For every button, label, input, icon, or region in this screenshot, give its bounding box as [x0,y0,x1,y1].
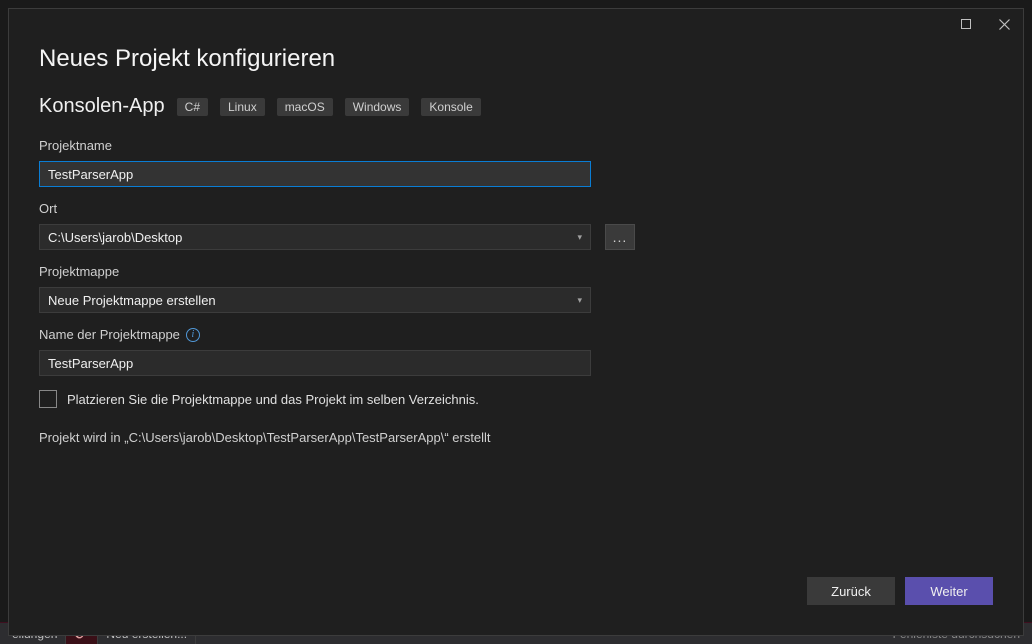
dialog-footer: Zurück Weiter [9,563,1023,635]
maximize-button[interactable] [947,10,985,38]
chevron-down-icon: ▾ [577,232,582,243]
same-directory-label: Platzieren Sie die Projektmappe und das … [67,392,479,407]
solution-combo[interactable]: Neue Projektmappe erstellen ▾ [39,287,591,313]
template-subheader: Konsolen-App C# Linux macOS Windows Kons… [39,95,993,118]
location-combo[interactable]: C:\Users\jarob\Desktop ▾ [39,224,591,250]
solution-name-label: Name der Projektmappe i [39,327,993,342]
template-tag: Konsole [421,98,480,116]
dialog-content: Neues Projekt konfigurieren Konsolen-App… [9,39,1023,563]
location-value: C:\Users\jarob\Desktop [48,230,182,245]
location-label: Ort [39,201,993,216]
project-name-input[interactable] [39,161,591,187]
new-project-dialog: Neues Projekt konfigurieren Konsolen-App… [8,8,1024,636]
template-tag: C# [177,98,208,116]
info-icon[interactable]: i [186,328,200,342]
solution-name-label-text: Name der Projektmappe [39,327,180,342]
back-button[interactable]: Zurück [807,577,895,605]
browse-button[interactable]: ... [605,224,635,250]
same-directory-row: Platzieren Sie die Projektmappe und das … [39,390,993,408]
solution-label: Projektmappe [39,264,993,279]
chevron-down-icon: ▾ [577,295,582,306]
solution-name-field: Name der Projektmappe i [39,327,993,376]
template-name: Konsolen-App [39,95,165,118]
template-tag: Windows [345,98,410,116]
window-titlebar [9,9,1023,39]
solution-field: Projektmappe Neue Projektmappe erstellen… [39,264,993,313]
creation-path-text: Projekt wird in „C:\Users\jarob\Desktop\… [39,430,993,445]
project-name-field: Projektname [39,138,993,187]
template-tag: Linux [220,98,265,116]
same-directory-checkbox[interactable] [39,390,57,408]
project-name-label: Projektname [39,138,993,153]
next-button[interactable]: Weiter [905,577,993,605]
location-field: Ort C:\Users\jarob\Desktop ▾ ... [39,201,993,250]
solution-value: Neue Projektmappe erstellen [48,293,216,308]
solution-name-input[interactable] [39,350,591,376]
close-button[interactable] [985,10,1023,38]
template-tag: macOS [277,98,333,116]
page-title: Neues Projekt konfigurieren [39,45,993,73]
